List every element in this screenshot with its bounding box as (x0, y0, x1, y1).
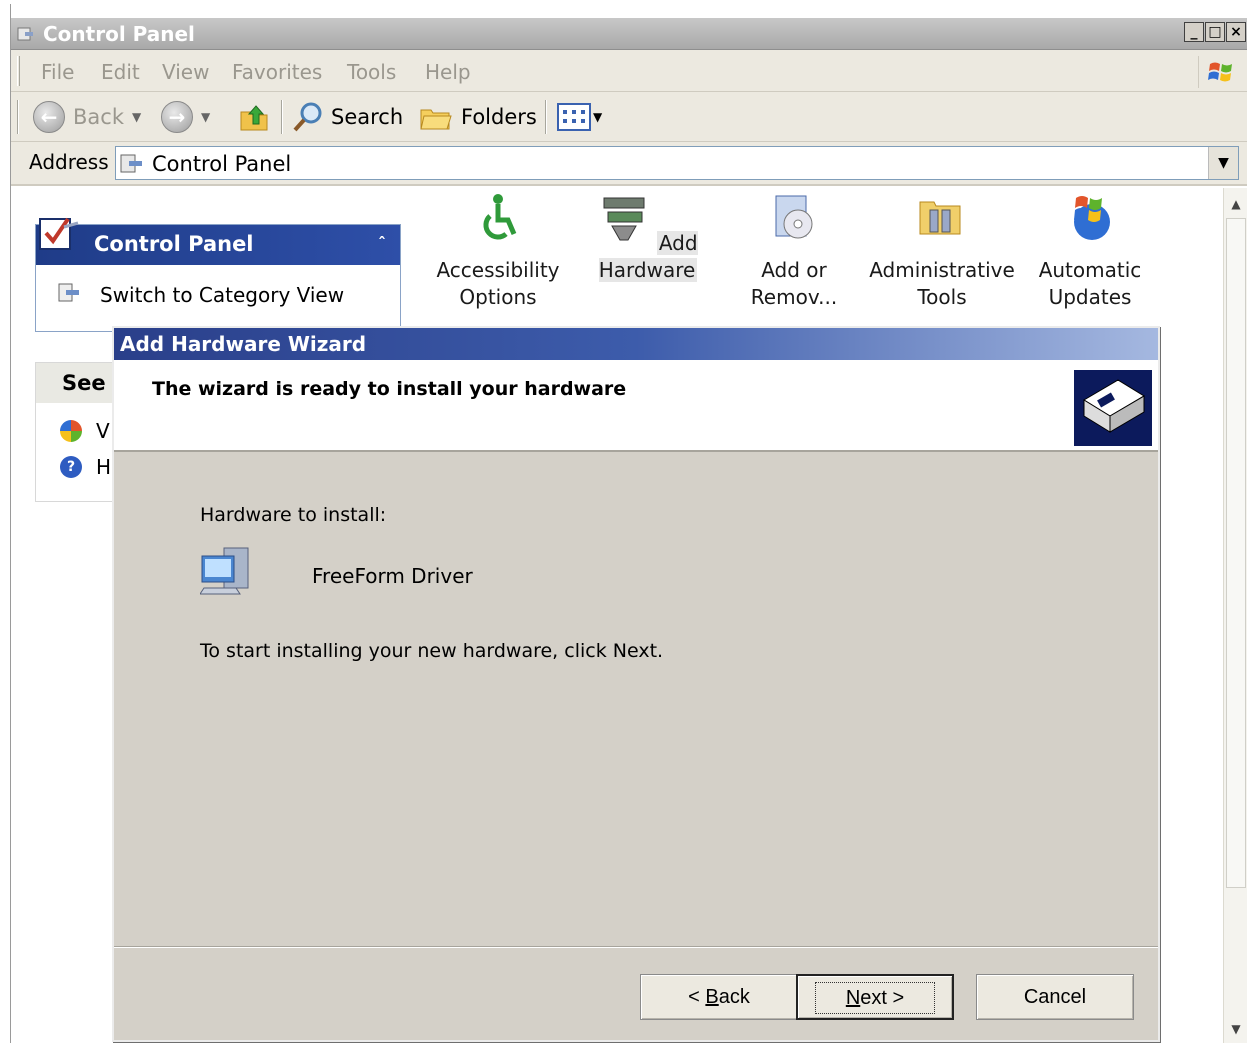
menu-grip (17, 56, 20, 86)
control-panel-task-pane: Control Panel ˆ Switch to Category View (35, 217, 401, 332)
applet-label: Remov... (750, 285, 838, 309)
views-dropdown-icon[interactable]: ▼ (593, 110, 602, 124)
wizard-body: Hardware to install: FreeForm Driver To … (114, 454, 1158, 944)
minimize-button[interactable]: _ (1184, 22, 1204, 42)
administrative-tools-icon (919, 201, 961, 235)
applet-accessibility-options[interactable]: Accessibility Options (423, 192, 573, 311)
next-button[interactable]: Next > (796, 974, 954, 1020)
applet-label: Administrative (869, 258, 1015, 282)
forward-dropdown-icon[interactable]: ▼ (201, 110, 210, 124)
address-field[interactable]: Control Panel ▼ (115, 146, 1239, 180)
applet-label: Options (459, 285, 537, 309)
scroll-down-icon[interactable]: ▼ (1224, 1017, 1247, 1041)
task-pane-title: Control Panel (94, 232, 254, 256)
switch-to-category-view-link[interactable]: Switch to Category View (100, 283, 344, 307)
toolbar-grip (17, 100, 19, 134)
next-button-label: ext > (860, 987, 905, 1009)
applet-label: Accessibility (436, 258, 560, 282)
menu-help[interactable]: Help (425, 60, 471, 84)
menu-file[interactable]: File (41, 60, 74, 84)
applet-label: Updates (1048, 285, 1132, 309)
back-button[interactable]: ← Back ▼ (33, 100, 141, 134)
back-label: Back (73, 105, 124, 129)
hardware-wizard-icon (1074, 370, 1152, 446)
forward-button[interactable]: → ▼ (161, 100, 210, 134)
wizard-header: The wizard is ready to install your hard… (114, 360, 1158, 452)
hardware-name: FreeForm Driver (312, 564, 473, 588)
windows-update-icon (60, 420, 82, 442)
folders-button[interactable]: Folders (419, 100, 537, 134)
add-hardware-icon (603, 197, 645, 241)
up-folder-button[interactable] (237, 100, 271, 134)
address-value: Control Panel (152, 152, 292, 176)
switch-view-icon (58, 283, 79, 302)
applet-add-or-remove-programs[interactable]: Add or Remov... (719, 192, 869, 311)
see-also-item-label: V (96, 419, 110, 443)
scroll-up-icon[interactable]: ▲ (1224, 192, 1247, 216)
applet-automatic-updates[interactable]: Automatic Updates (1015, 192, 1165, 311)
see-also-item-label: H (96, 455, 112, 479)
accessibility-icon (483, 194, 517, 240)
back-dropdown-icon[interactable]: ▼ (132, 110, 141, 124)
task-pane-header[interactable]: Control Panel ˆ (36, 217, 400, 265)
wizard-heading: The wizard is ready to install your hard… (152, 378, 627, 400)
see-also-item-windows-update[interactable]: V (60, 419, 110, 443)
back-button-prefix: < (688, 986, 706, 1008)
add-hardware-wizard-dialog: Add Hardware Wizard The wizard is ready … (112, 326, 1160, 1042)
automatic-updates-icon (1074, 196, 1110, 240)
see-also-item-help[interactable]: ? H (60, 455, 111, 479)
windows-logo-icon (1198, 56, 1238, 88)
applet-label: Add or (761, 258, 827, 282)
toolbar-separator (281, 100, 283, 134)
back-button-accesskey: B (705, 986, 719, 1008)
menu-edit[interactable]: Edit (101, 60, 140, 84)
menu-tools[interactable]: Tools (347, 60, 396, 84)
search-label: Search (331, 105, 404, 129)
menu-view[interactable]: View (162, 60, 209, 84)
search-button[interactable]: Search (291, 100, 403, 134)
folders-label: Folders (461, 105, 537, 129)
back-button[interactable]: < Back (640, 974, 798, 1020)
window-title: Control Panel (43, 22, 195, 46)
control-panel-icon (17, 27, 33, 41)
install-hint-text: To start installing your new hardware, c… (200, 640, 664, 662)
views-grid-icon (557, 103, 591, 131)
applet-add-hardware[interactable]: Add Hardware (573, 192, 723, 284)
menu-bar: File Edit View Favorites Tools Help (11, 50, 1247, 92)
standard-toolbar: ← Back ▼ → ▼ Search Folders ▼ (11, 92, 1247, 142)
control-panel-check-icon (39, 217, 79, 250)
menu-favorites[interactable]: Favorites (232, 60, 322, 84)
applet-label: Tools (917, 285, 967, 309)
back-arrow-icon: ← (33, 101, 65, 133)
control-panel-icon (120, 154, 142, 173)
views-button[interactable]: ▼ (557, 100, 602, 134)
applet-administrative-tools[interactable]: Administrative Tools (867, 192, 1017, 311)
collapse-chevron-icon[interactable]: ˆ (378, 225, 386, 263)
close-button[interactable]: × (1226, 22, 1246, 42)
forward-arrow-icon: → (161, 101, 193, 133)
cancel-button[interactable]: Cancel (976, 974, 1134, 1020)
add-remove-programs-icon (775, 195, 813, 239)
help-icon: ? (60, 456, 82, 478)
folders-icon (420, 109, 452, 130)
vertical-scrollbar[interactable]: ▲ ▼ (1223, 188, 1247, 1043)
address-label: Address (29, 150, 109, 174)
back-button-label: ack (718, 986, 750, 1008)
computer-hardware-icon (200, 547, 249, 595)
next-button-accesskey: N (845, 987, 861, 1009)
maximize-button[interactable]: □ (1205, 22, 1225, 42)
up-folder-icon (240, 105, 268, 131)
scroll-thumb[interactable] (1226, 218, 1246, 888)
address-bar: Address Control Panel ▼ (11, 142, 1247, 186)
address-dropdown-icon[interactable]: ▼ (1208, 147, 1238, 179)
search-icon (293, 102, 322, 132)
wizard-footer-separator (114, 946, 1158, 948)
toolbar-separator (545, 100, 547, 134)
next-button-focus: Next > (814, 982, 936, 1014)
wizard-title-bar[interactable]: Add Hardware Wizard (114, 328, 1158, 360)
title-bar[interactable]: Control Panel _ □ × (11, 18, 1247, 50)
hardware-to-install-label: Hardware to install: (200, 504, 387, 526)
applet-label: Automatic (1038, 258, 1142, 282)
